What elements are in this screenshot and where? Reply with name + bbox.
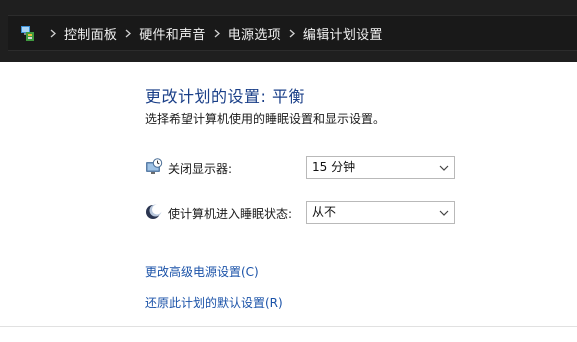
breadcrumb-separator-icon[interactable] (125, 29, 132, 38)
display-off-label: 关闭显示器: (168, 162, 233, 176)
display-off-select[interactable]: 15 分钟 (306, 156, 455, 179)
bottom-divider (0, 326, 577, 327)
monitor-clock-icon (145, 158, 163, 176)
sleep-value: 从不 (312, 205, 337, 219)
breadcrumb-separator-icon[interactable] (50, 29, 56, 38)
page-subtitle: 选择希望计算机使用的睡眠设置和显示设置。 (145, 112, 386, 126)
address-bar[interactable]: 控制面板 硬件和声音 电源选项 编辑计划设置 (8, 15, 577, 51)
breadcrumb-separator-icon[interactable] (214, 29, 220, 38)
control-panel-icon[interactable] (20, 24, 36, 42)
breadcrumb-edit-plan[interactable]: 编辑计划设置 (303, 24, 383, 43)
breadcrumb-control-panel[interactable]: 控制面板 (64, 24, 117, 43)
page-title: 更改计划的设置: 平衡 (145, 87, 305, 106)
advanced-power-settings-link[interactable]: 更改高级电源设置(C) (145, 263, 259, 280)
breadcrumb-hardware-sound[interactable]: 硬件和声音 (139, 24, 206, 43)
chevron-down-icon (439, 165, 449, 171)
sleep-select[interactable]: 从不 (306, 201, 455, 224)
moon-icon (145, 203, 163, 221)
display-off-value: 15 分钟 (312, 160, 356, 174)
restore-defaults-link[interactable]: 还原此计划的默认设置(R) (145, 294, 283, 311)
sleep-label: 使计算机进入睡眠状态: (168, 207, 293, 221)
breadcrumb-power-options[interactable]: 电源选项 (228, 24, 281, 43)
breadcrumb-separator-icon[interactable] (289, 29, 295, 38)
chevron-down-icon (439, 210, 449, 216)
